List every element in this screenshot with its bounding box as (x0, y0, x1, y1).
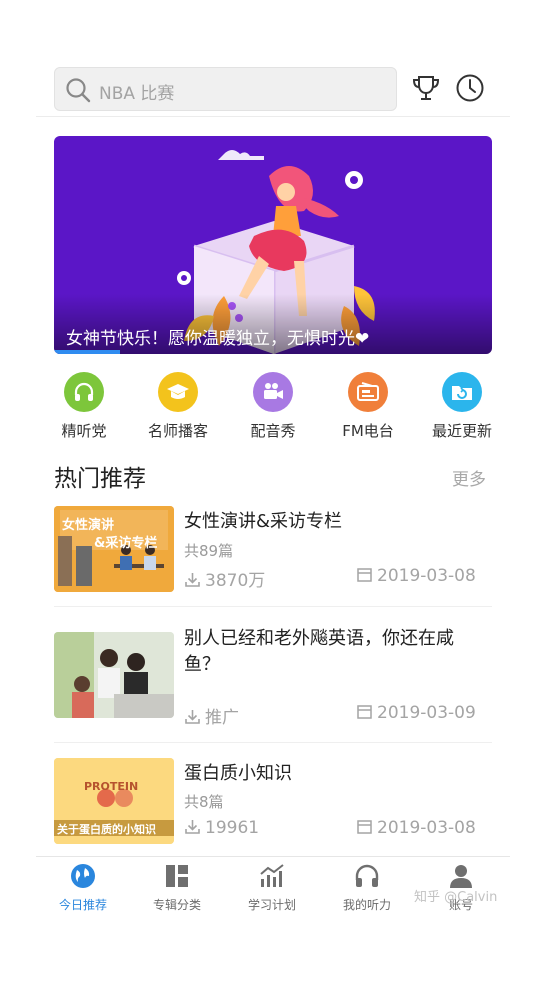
calendar-icon (357, 568, 372, 582)
download-count: 19961 (184, 818, 259, 838)
download-icon (185, 710, 200, 724)
date-value: 2019-03-08 (377, 566, 476, 586)
date-value: 2019-03-08 (377, 818, 476, 838)
category-recent-updates[interactable]: 最近更新 (422, 372, 502, 441)
calendar-icon (357, 820, 372, 834)
category-label: 配音秀 (250, 422, 296, 440)
trophy-icon[interactable] (411, 73, 441, 103)
item-thumbnail[interactable]: 女性演讲 &采访专栏 (54, 506, 174, 592)
date-value: 2019-03-09 (377, 703, 476, 723)
category-mingshibokeke[interactable]: 名师播客 (138, 372, 218, 441)
category-label: FM电台 (342, 422, 394, 440)
nav-label: 专辑分类 (152, 898, 201, 912)
item-count: 共89篇 (184, 542, 234, 560)
nav-my-listening[interactable]: 我的听力 (320, 862, 414, 913)
globe-icon (71, 864, 95, 888)
header-divider (36, 116, 510, 117)
item-count: 共8篇 (184, 793, 224, 811)
list-divider (54, 606, 492, 607)
banner-carousel[interactable]: 女神节快乐！愿你温暖独立，无惧时光❤ (54, 136, 492, 354)
more-link[interactable]: 更多 (452, 465, 486, 490)
download-icon (185, 820, 200, 834)
download-count: 3870万 (184, 566, 265, 591)
nav-label: 我的听力 (342, 898, 391, 912)
search-input[interactable]: NBA 比赛 (99, 79, 174, 104)
banner-caption: 女神节快乐！愿你温暖独立，无惧时光❤ (66, 329, 370, 349)
search-icon (66, 78, 91, 103)
nav-label: 学习计划 (247, 898, 296, 912)
section-title: 热门推荐 (54, 466, 146, 492)
category-peiyinxiu[interactable]: 配音秀 (233, 372, 313, 441)
item-title[interactable]: 别人已经和老外飚英语，你还在咸鱼？ (184, 626, 484, 678)
clock-icon[interactable] (455, 73, 485, 103)
thumb-text: &采访专栏 (94, 536, 158, 551)
category-label: 精听党 (61, 422, 107, 440)
download-value: 3870万 (205, 571, 266, 591)
thumb-text: 关于蛋白质的小知识 (57, 823, 156, 836)
graduation-cap-icon (158, 372, 198, 412)
watermark: 知乎 @Calvin (414, 890, 498, 905)
headphones-icon (64, 372, 104, 412)
download-icon (185, 573, 200, 587)
nav-categories[interactable]: 专辑分类 (130, 862, 224, 913)
bar-chart-trend-icon (260, 864, 284, 887)
item-date: 2019-03-08 (356, 566, 476, 586)
category-label: 名师播客 (147, 422, 208, 440)
category-jingtingdang[interactable]: 精听党 (44, 372, 124, 441)
thumb-text: PROTEIN (84, 780, 139, 793)
item-title[interactable]: 女性演讲&采访专栏 (184, 509, 484, 535)
video-camera-icon (253, 372, 293, 412)
headphones-icon (355, 864, 379, 887)
nav-label: 今日推荐 (58, 898, 107, 912)
download-value: 19961 (205, 818, 260, 838)
thumb-text: 女性演讲 (62, 518, 115, 533)
nav-study-plan[interactable]: 学习计划 (225, 862, 319, 913)
nav-divider (36, 856, 510, 857)
radio-icon (348, 372, 388, 412)
nav-today[interactable]: 今日推荐 (36, 862, 130, 913)
category-grid-icon (166, 865, 188, 887)
search-bar[interactable]: NBA 比赛 (54, 67, 397, 111)
item-date: 2019-03-08 (356, 818, 476, 838)
item-title[interactable]: 蛋白质小知识 (184, 761, 484, 787)
list-divider (54, 742, 492, 743)
calendar-icon (357, 705, 372, 719)
item-thumbnail[interactable] (54, 632, 174, 718)
refresh-folder-icon (442, 372, 482, 412)
category-label: 最近更新 (431, 422, 492, 440)
banner-indicator (54, 350, 120, 354)
promo-tag: 推广 (184, 703, 239, 728)
promo-text: 推广 (205, 708, 239, 728)
item-thumbnail[interactable]: PROTEIN 关于蛋白质的小知识 (54, 758, 174, 844)
item-date: 2019-03-09 (356, 703, 476, 723)
category-fm-radio[interactable]: FM电台 (328, 372, 408, 441)
